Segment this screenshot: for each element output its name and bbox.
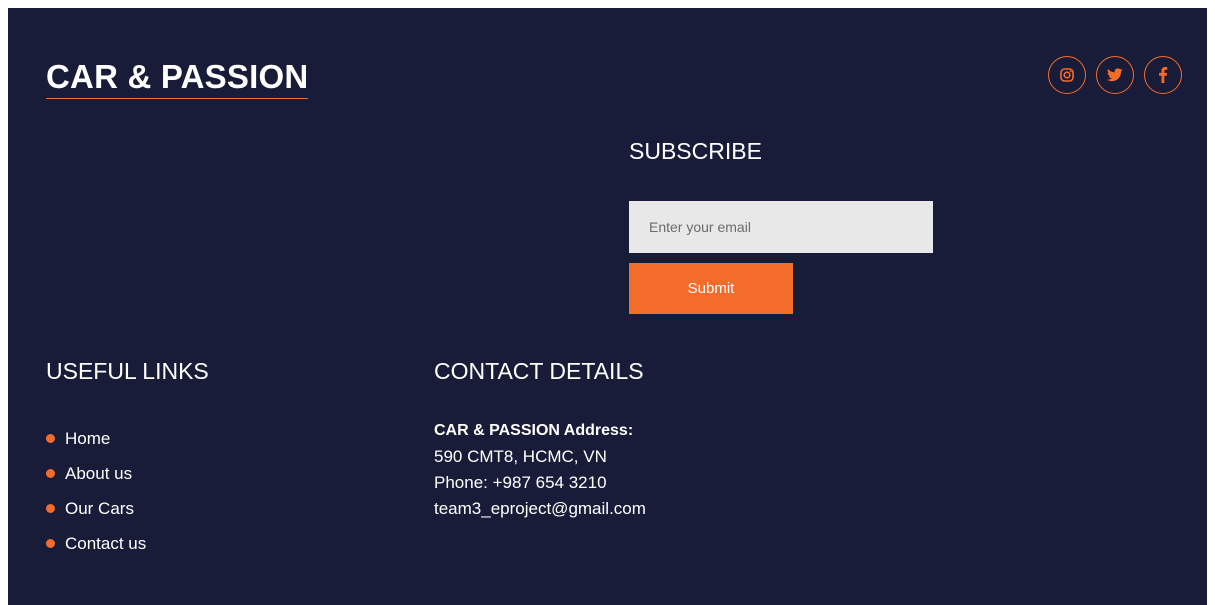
- bullet-dot: [46, 539, 55, 548]
- useful-links-list: Home About us Our Cars Contact us: [46, 421, 146, 561]
- link-our-cars[interactable]: Our Cars: [46, 491, 146, 526]
- link-label: About us: [65, 463, 133, 483]
- link-contact-us[interactable]: Contact us: [46, 526, 146, 561]
- brand-logo-text[interactable]: CAR & PASSION: [46, 58, 309, 99]
- subscribe-heading: SUBSCRIBE: [629, 138, 762, 164]
- twitter-link[interactable]: [1096, 56, 1134, 94]
- facebook-icon: [1159, 67, 1168, 83]
- instagram-icon: [1060, 68, 1074, 82]
- bullet-dot: [46, 469, 55, 478]
- address-text: 590 CMT8, HCMC, VN: [434, 447, 607, 466]
- phone-text: Phone: +987 654 3210: [434, 473, 607, 492]
- link-home[interactable]: Home: [46, 421, 146, 456]
- submit-button[interactable]: Submit: [629, 263, 793, 314]
- social-links: [1048, 56, 1182, 94]
- site-footer: CAR & PASSION SUBSCRIBE Submit USEFUL LI…: [8, 8, 1207, 605]
- twitter-icon: [1107, 68, 1123, 82]
- bullet-dot: [46, 434, 55, 443]
- link-label: Our Cars: [65, 498, 134, 518]
- link-label: Home: [65, 428, 111, 448]
- link-label: Contact us: [65, 533, 147, 553]
- bullet-dot: [46, 504, 55, 513]
- contact-details: CAR & PASSION Address: 590 CMT8, HCMC, V…: [434, 418, 646, 522]
- contact-details-heading: CONTACT DETAILS: [434, 358, 644, 384]
- facebook-link[interactable]: [1144, 56, 1182, 94]
- address-label: CAR & PASSION Address:: [434, 422, 634, 439]
- instagram-link[interactable]: [1048, 56, 1086, 94]
- email-input[interactable]: [629, 201, 933, 253]
- link-about-us[interactable]: About us: [46, 456, 146, 491]
- email-text[interactable]: team3_eproject@gmail.com: [434, 496, 646, 522]
- useful-links-heading: USEFUL LINKS: [46, 358, 209, 384]
